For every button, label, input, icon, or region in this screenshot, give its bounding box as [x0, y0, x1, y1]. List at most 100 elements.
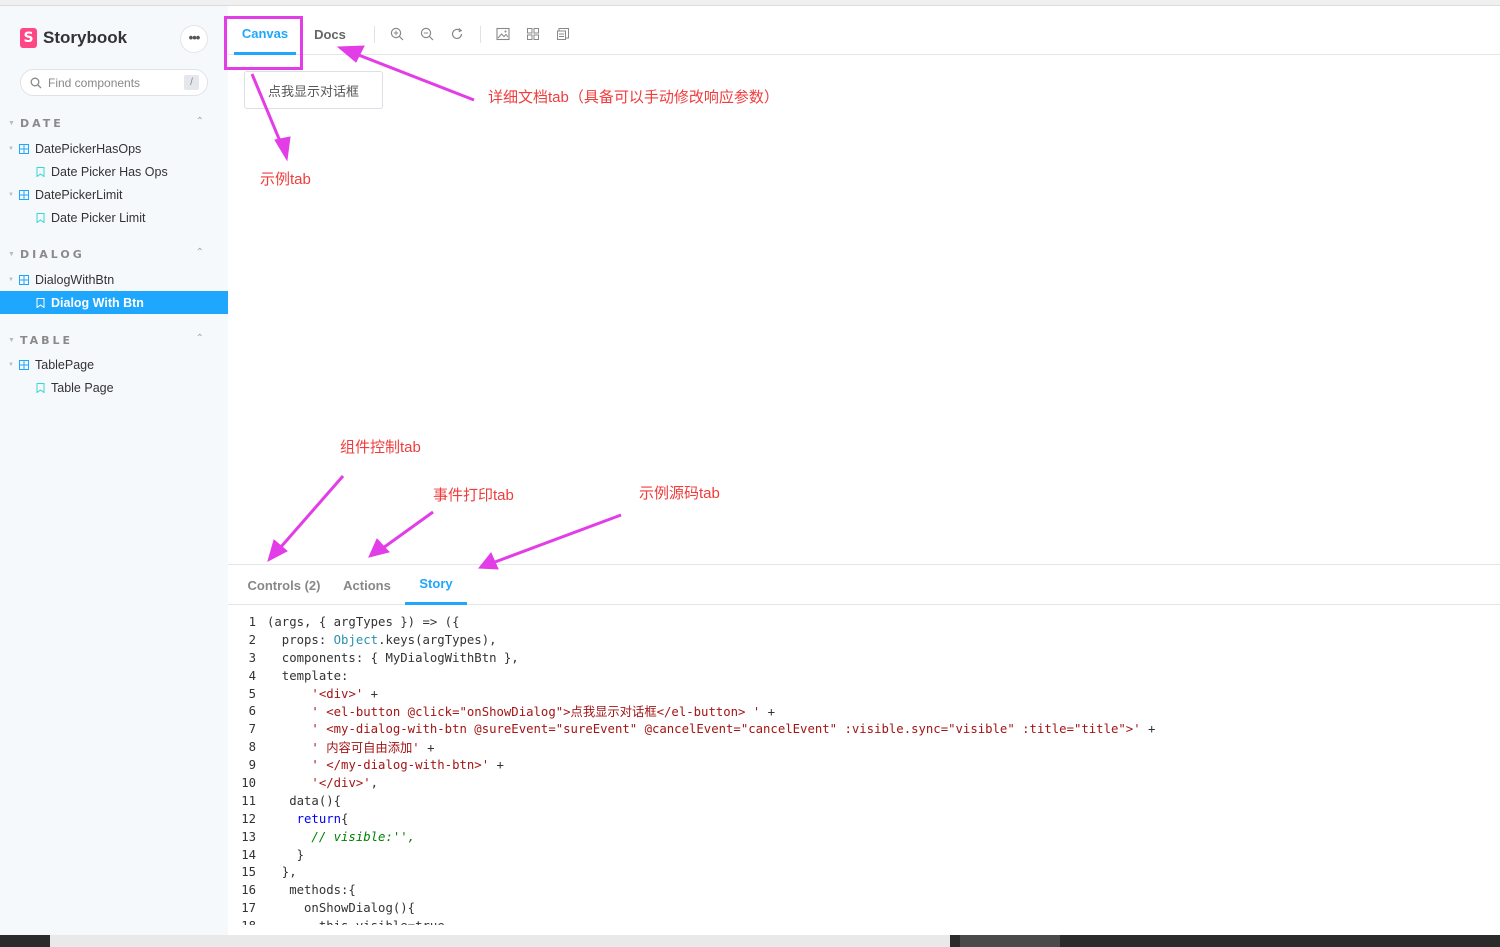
code-line-text: ' </my-dialog-with-btn>' +: [311, 758, 504, 773]
line-number: 18: [228, 919, 256, 925]
canvas-tab-highlight-box: [224, 16, 303, 70]
os-taskbar: [0, 935, 1500, 947]
tree-item-label: Date Picker Limit: [51, 210, 146, 225]
tree-item-component[interactable]: ▼ DatePickerLimit: [0, 183, 228, 206]
collapse-all-icon[interactable]: ⌃: [196, 247, 204, 258]
caret-down-icon: ▼: [8, 276, 14, 283]
background-icon[interactable]: [496, 27, 510, 41]
line-number: 1: [248, 614, 256, 629]
code-line: 6 ' <el-button @click="onShowDialog">点我显…: [228, 702, 1500, 720]
addon-tab-bar: Controls (2) Actions Story: [228, 565, 1500, 605]
code-line-text: props: Object.keys(argTypes),: [267, 632, 497, 647]
caret-down-icon: ▼: [8, 119, 15, 127]
code-line-text: },: [267, 865, 297, 880]
zoom-out-icon[interactable]: [420, 27, 434, 41]
taskbar-active-app[interactable]: [960, 935, 1060, 947]
annotation-controls-tab: 组件控制tab: [340, 439, 421, 456]
code-line-text: data(){: [267, 793, 342, 808]
bookmark-icon: [36, 297, 45, 308]
tab-controls[interactable]: Controls (2): [238, 565, 330, 605]
code-line-text: // visible:'',: [267, 829, 416, 844]
sidebar: S Storybook ••• / ▼ DATE ⌃ ▼ DatePickerH…: [0, 6, 228, 935]
caret-down-icon: ▼: [8, 250, 15, 258]
toolbar-divider: [374, 26, 375, 43]
toolbar: Canvas Docs: [228, 14, 1500, 55]
tab-story[interactable]: Story: [405, 565, 467, 605]
tree-item-label: Date Picker Has Ops: [51, 164, 168, 179]
collapse-all-icon[interactable]: ⌃: [196, 116, 204, 127]
story-source-code: 1 (args, { argTypes }) => ({ 2 props: Obje…: [228, 613, 1500, 925]
code-line-text: components: { MyDialogWithBtn },: [267, 650, 519, 665]
code-line: 12 return{: [228, 810, 1500, 828]
viewport-icon[interactable]: [556, 27, 570, 41]
line-number: 8: [248, 740, 256, 755]
addons-panel: Controls (2) Actions Story 1 (args, { arg…: [228, 564, 1500, 926]
search-shortcut-key: /: [184, 75, 199, 90]
code-line: 16 methods:{: [228, 881, 1500, 899]
component-icon: [19, 274, 29, 285]
tree-item-story-selected[interactable]: Dialog With Btn: [0, 291, 228, 314]
section-header-dialog[interactable]: ▼ DIALOG ⌃: [8, 246, 208, 262]
code-line: 8 ' 内容可自由添加' +: [228, 738, 1500, 756]
code-line-text: this.visible=true: [267, 919, 445, 925]
tree-item-label: Dialog With Btn: [51, 295, 144, 310]
zoom-in-icon[interactable]: [390, 27, 404, 41]
code-line-text: methods:{: [267, 883, 356, 898]
tree-item-story[interactable]: Table Page: [0, 376, 228, 399]
code-line: 1 (args, { argTypes }) => ({: [228, 613, 1500, 631]
annotation-actions-tab: 事件打印tab: [433, 487, 514, 504]
brand-name: Storybook: [43, 28, 128, 47]
tree-item-label: TablePage: [35, 357, 95, 372]
search-box[interactable]: /: [20, 69, 208, 96]
section-title: DATE: [20, 116, 64, 130]
code-line-text: }: [267, 847, 305, 862]
show-dialog-button[interactable]: 点我显示对话框: [244, 71, 383, 109]
reset-zoom-icon[interactable]: [450, 27, 464, 41]
caret-down-icon: ▼: [8, 191, 14, 198]
tree-item-component[interactable]: ▼ DatePickerHasOps: [0, 137, 228, 160]
tree-item-label: Table Page: [51, 380, 114, 395]
grid-icon[interactable]: [526, 27, 540, 41]
tab-actions[interactable]: Actions: [336, 565, 398, 605]
component-icon: [19, 189, 29, 200]
code-line-text: template:: [267, 668, 349, 683]
tab-docs[interactable]: Docs: [304, 14, 356, 55]
tree-item-component[interactable]: ▼ DialogWithBtn: [0, 268, 228, 291]
section-title: DIALOG: [20, 247, 85, 261]
line-number: 4: [248, 668, 256, 683]
line-number: 10: [241, 775, 256, 790]
taskbar-window-strip: [50, 935, 950, 947]
section-title: TABLE: [20, 333, 74, 347]
app-window: S Storybook ••• / ▼ DATE ⌃ ▼ DatePickerH…: [0, 0, 1500, 947]
annotation-canvas-tab: 示例tab: [260, 171, 311, 188]
section-header-date[interactable]: ▼ DATE ⌃: [8, 115, 208, 131]
code-line: 2 props: Object.keys(argTypes),: [228, 631, 1500, 649]
line-number: 3: [248, 650, 256, 665]
code-line-text: ' <el-button @click="onShowDialog">点我显示对…: [311, 705, 776, 720]
code-line: 9 ' </my-dialog-with-btn>' +: [228, 756, 1500, 774]
code-line: 14 }: [228, 846, 1500, 864]
line-number: 5: [248, 686, 256, 701]
tree-item-component[interactable]: ▼ TablePage: [0, 353, 228, 376]
line-number: 9: [248, 758, 256, 773]
tree-item-label: DialogWithBtn: [35, 272, 115, 287]
tree-item-label: DatePickerHasOps: [35, 141, 142, 156]
bookmark-icon: [36, 382, 45, 393]
collapse-all-icon[interactable]: ⌃: [196, 333, 204, 344]
section-header-table[interactable]: ▼ TABLE ⌃: [8, 332, 208, 348]
code-line: 17 onShowDialog(){: [228, 899, 1500, 917]
storybook-logo[interactable]: S Storybook: [20, 28, 127, 48]
code-line: 15 },: [228, 863, 1500, 881]
more-menu-button[interactable]: •••: [180, 25, 208, 53]
code-line: 4 template:: [228, 667, 1500, 685]
line-number: 16: [241, 883, 256, 898]
tree-item-story[interactable]: Date Picker Has Ops: [0, 160, 228, 183]
code-line-text: '<div>' +: [311, 686, 379, 701]
caret-down-icon: ▼: [8, 361, 14, 368]
line-number: 17: [241, 901, 256, 916]
search-input[interactable]: [48, 75, 168, 90]
code-line: 18 this.visible=true: [228, 917, 1500, 925]
code-line-text: (args, { argTypes }) => ({: [267, 614, 460, 629]
tree-item-story[interactable]: Date Picker Limit: [0, 206, 228, 229]
line-number: 2: [248, 632, 256, 647]
